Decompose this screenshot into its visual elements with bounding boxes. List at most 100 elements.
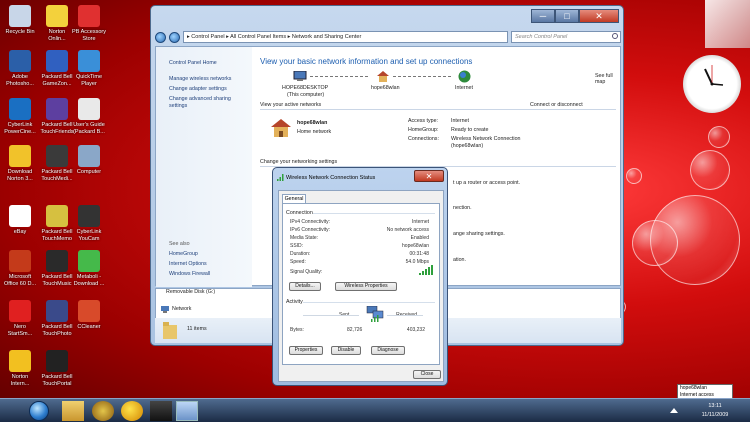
dialog-body: General Connection IPv4 Connectivity: In…: [278, 190, 444, 382]
app-icon: [46, 350, 68, 372]
clock-date[interactable]: 11/11/2009: [683, 412, 747, 418]
desktop-icon[interactable]: QuickTime Player: [72, 50, 106, 87]
desktop-icon[interactable]: Recycle Bin: [3, 5, 37, 36]
signal-quality-icon: [419, 265, 433, 275]
homegroup-value-link[interactable]: Ready to create: [451, 127, 488, 133]
desktop-icon[interactable]: Packard Bell TouchPortal: [40, 350, 74, 387]
desktop-icon[interactable]: Packard Bell TouchMusic: [40, 250, 74, 287]
start-button[interactable]: [29, 401, 49, 421]
page-title: View your basic network information and …: [260, 57, 473, 66]
desktop-icon-label: CyberLink PowerCine...: [4, 122, 36, 135]
details-button[interactable]: Details...: [289, 282, 321, 291]
desktop-icon[interactable]: Norton Intern...: [3, 350, 37, 387]
received-line: [387, 315, 423, 316]
desktop-icon[interactable]: Computer: [72, 145, 106, 176]
properties-button[interactable]: Properties: [289, 346, 323, 355]
control-panel-taskbar-icon[interactable]: [176, 401, 198, 421]
connect-network-description: nection.: [453, 205, 472, 211]
desktop-icon-label: Computer: [76, 169, 102, 175]
dialog-close-icon[interactable]: ✕: [414, 170, 444, 182]
windows-explorer-icon[interactable]: [62, 401, 84, 421]
bytes-received-value: 403,232: [406, 327, 425, 333]
media-center-icon[interactable]: [121, 401, 143, 421]
desktop-icon[interactable]: User's Guide (Packard B...: [72, 98, 106, 135]
homegroup-link[interactable]: HomeGroup: [169, 251, 198, 257]
dialog-title: Wireless Network Connection Status: [286, 175, 376, 181]
app-icon: [9, 145, 31, 167]
network-type-link[interactable]: Home network: [297, 129, 331, 135]
maximize-button[interactable]: □: [555, 9, 579, 23]
map-link-line: [393, 76, 451, 77]
media-player-icon[interactable]: [92, 401, 114, 421]
group-divider: [303, 302, 435, 303]
desktop-icon[interactable]: CyberLink YouCam: [72, 205, 106, 242]
back-arrow-icon[interactable]: [155, 31, 166, 43]
signal-bar: [431, 265, 433, 275]
change-advanced-sharing-link-cont[interactable]: settings: [169, 103, 187, 109]
change-adapter-settings-link[interactable]: Change adapter settings: [169, 86, 227, 92]
desktop-icon-label: Packard Bell TouchMemo: [41, 229, 73, 242]
desktop-icon[interactable]: Norton Onlin...: [40, 5, 74, 42]
desktop-icon[interactable]: Packard Bell TouchMedi...: [40, 145, 74, 182]
items-count: 11 items: [187, 326, 207, 332]
desktop-icon[interactable]: Nero StartSm...: [3, 300, 37, 337]
tray-expand-icon[interactable]: [670, 407, 678, 413]
app-icon: [46, 50, 68, 72]
search-input[interactable]: Search Control Panel: [511, 31, 621, 43]
diagnose-button[interactable]: Diagnose: [371, 346, 405, 355]
desktop-icon[interactable]: Adobe Photosho...: [3, 50, 37, 87]
breadcrumb[interactable]: ▸ Control Panel ▸ All Control Panel Item…: [187, 34, 361, 40]
desktop-icon[interactable]: Packard Bell TouchMemo: [40, 205, 74, 242]
app-icon: [9, 5, 31, 27]
map-computer-name: HOPE68DESKTOP: [282, 85, 329, 91]
desktop-icon[interactable]: CCleaner: [72, 300, 106, 331]
desktop-icon[interactable]: Metaboli - Download ...: [72, 250, 106, 287]
see-full-map-link[interactable]: See full map: [595, 73, 622, 85]
clock-gadget[interactable]: [683, 55, 741, 113]
map-computer-sub: (This computer): [287, 92, 325, 98]
see-also-title: See also: [169, 241, 190, 247]
app-icon: [46, 98, 68, 120]
clock-time[interactable]: 13:11: [683, 403, 747, 409]
touch-portal-icon[interactable]: [150, 401, 172, 421]
desktop-icon[interactable]: Packard Bell TouchFriends: [40, 98, 74, 135]
connection-link[interactable]: Wireless Network Connection: [451, 136, 520, 142]
address-bar[interactable]: ▸ Control Panel ▸ All Control Panel Item…: [183, 31, 508, 43]
network-nav-item[interactable]: Network: [172, 306, 191, 312]
desktop-icon-label: Norton Onlin...: [48, 29, 66, 42]
desktop-icon[interactable]: Packard Bell GameZon...: [40, 50, 74, 87]
connect-disconnect-link[interactable]: Connect or disconnect: [530, 102, 583, 108]
change-settings-label: Change your networking settings: [260, 159, 338, 165]
desktop-icon[interactable]: eBay: [3, 205, 37, 236]
forward-arrow-icon[interactable]: [169, 31, 180, 43]
desktop-icon[interactable]: Download Norton 3...: [3, 145, 37, 182]
desktop-icon[interactable]: PB Accessory Store: [72, 5, 106, 42]
control-panel-home-link[interactable]: Control Panel Home: [169, 60, 217, 66]
connections-label: Connections:: [408, 136, 439, 142]
desktop-icon-label: Packard Bell TouchMusic: [41, 274, 73, 287]
disable-button[interactable]: Disable: [331, 346, 361, 355]
internet-options-link[interactable]: Internet Options: [169, 261, 207, 267]
desktop-icon-label: CCleaner: [77, 324, 101, 330]
desktop-icon[interactable]: Packard Bell TouchPhoto: [40, 300, 74, 337]
wireless-properties-button[interactable]: Wireless Properties: [335, 282, 397, 291]
app-icon: [9, 250, 31, 272]
connection-link-ssid[interactable]: (hope68wlan): [451, 143, 483, 149]
desktop-icon[interactable]: CyberLink PowerCine...: [3, 98, 37, 135]
desktop-icon-label: Packard Bell TouchPortal: [41, 374, 73, 387]
minimize-button[interactable]: ─: [531, 9, 555, 23]
app-icon: [46, 145, 68, 167]
home-network-icon: [271, 119, 291, 137]
desktop-icon-label: QuickTime Player: [75, 74, 103, 87]
ipv6-label: IPv6 Connectivity:: [290, 227, 331, 233]
close-dialog-button[interactable]: Close: [413, 370, 441, 379]
desktop-icon[interactable]: Microsoft Office 60 D...: [3, 250, 37, 287]
close-button[interactable]: ✕: [579, 9, 619, 23]
removable-disk-item[interactable]: Removable Disk (G:): [166, 289, 215, 295]
ipv6-value: No network access: [386, 227, 429, 233]
change-advanced-sharing-link[interactable]: Change advanced sharing: [169, 96, 231, 102]
manage-wireless-networks-link[interactable]: Manage wireless networks: [169, 76, 231, 82]
windows-firewall-link[interactable]: Windows Firewall: [169, 271, 210, 277]
troubleshoot-description: ation.: [453, 257, 466, 263]
app-icon: [78, 250, 100, 272]
